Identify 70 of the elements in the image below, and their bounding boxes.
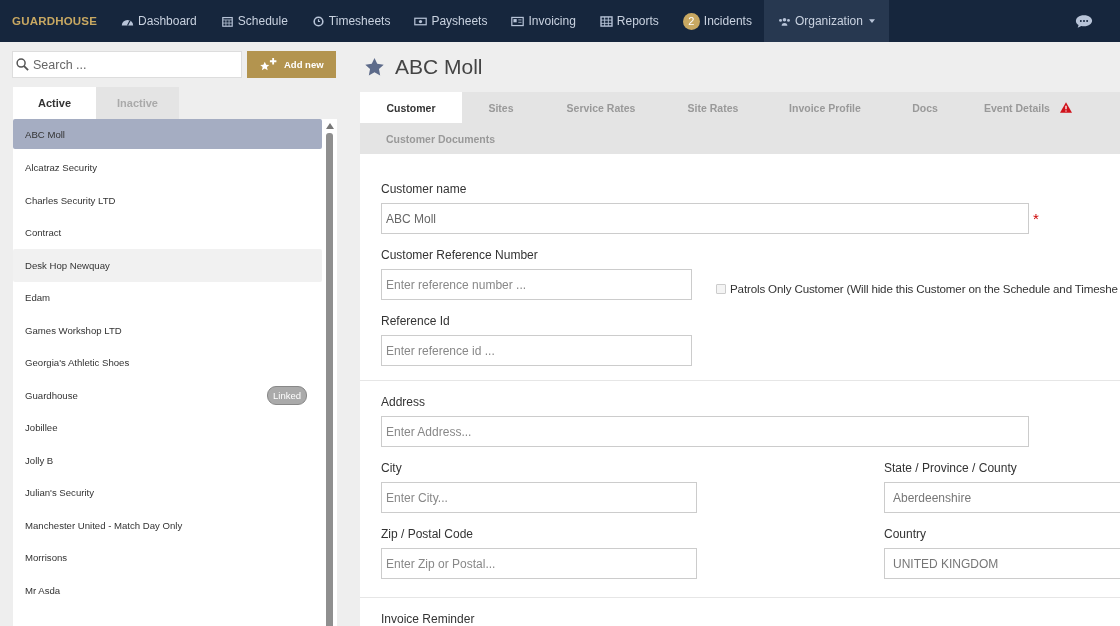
customer-list-item[interactable]: Julian's Security xyxy=(13,476,322,509)
field-label: Invoice Reminder xyxy=(381,612,476,626)
customer-name-field[interactable]: ABC Moll xyxy=(381,203,1029,234)
customer-list-item[interactable]: Morrisons xyxy=(13,541,322,574)
linked-badge: Linked xyxy=(267,385,307,405)
id-card-icon xyxy=(511,15,525,27)
checkbox[interactable] xyxy=(716,283,726,294)
nav-item[interactable]: Organization xyxy=(763,0,889,42)
nav-label: Schedule xyxy=(237,14,288,28)
customer-list-item[interactable]: Alcatraz Security xyxy=(13,151,322,184)
customer-tab[interactable]: Customer xyxy=(360,92,462,123)
chat-icon[interactable] xyxy=(1075,13,1093,29)
nav-item[interactable]: Schedule xyxy=(208,0,300,42)
reference-number-field[interactable]: Enter reference number ... xyxy=(381,269,692,300)
required-asterisk: * xyxy=(1033,210,1039,227)
status-tab[interactable]: Active xyxy=(13,87,96,119)
nav-item[interactable]: Paysheets xyxy=(402,0,500,42)
brand-logo[interactable]: GUARDHOUSE xyxy=(12,15,98,27)
nav-label: Organization xyxy=(794,14,863,28)
customer-list-item[interactable]: Jobillee xyxy=(13,411,322,444)
customer-list-item[interactable]: Desk Hop Newquay xyxy=(13,249,322,282)
field-label: State / Province / County xyxy=(884,461,1018,475)
nav-label: Invoicing xyxy=(528,14,576,28)
customer-list-item[interactable]: Guardhouse Linked xyxy=(13,379,322,412)
table-icon xyxy=(599,15,613,27)
nav-item[interactable]: 2 Incidents xyxy=(670,0,764,42)
nav-label: Reports xyxy=(616,14,659,28)
search-field[interactable]: Search ... xyxy=(12,51,242,78)
page-title: ABC Moll xyxy=(395,55,483,79)
customer-list-item[interactable]: Charles Security LTD xyxy=(13,184,322,217)
scrollbar-thumb[interactable] xyxy=(326,133,333,626)
field-label: Customer name xyxy=(381,182,468,196)
city-field[interactable]: Enter City... xyxy=(381,482,697,513)
field-label: City xyxy=(381,461,403,475)
address-field[interactable]: Enter Address... xyxy=(381,416,1029,447)
field-label: Reference Id xyxy=(381,314,451,328)
nav-label: Dashboard xyxy=(138,14,197,28)
customer-list-item[interactable]: Games Workshop LTD xyxy=(13,314,322,347)
country-field[interactable]: UNITED KINGDOM xyxy=(884,548,1120,579)
scroll-up-icon[interactable] xyxy=(325,123,334,129)
customer-list-item[interactable]: Mr Asda xyxy=(13,574,322,607)
search-icon xyxy=(16,58,29,71)
clock-icon xyxy=(311,15,325,27)
nav-item[interactable]: Dashboard xyxy=(109,0,209,42)
field-label: Address xyxy=(381,395,427,409)
customer-list-item[interactable]: Manchester United - Match Day Only xyxy=(13,509,322,542)
banknote-icon xyxy=(414,15,428,27)
state-field[interactable]: Aberdeenshire xyxy=(884,482,1120,513)
users-icon xyxy=(777,15,791,27)
field-label: Zip / Postal Code xyxy=(381,527,475,541)
count-badge: 2 xyxy=(682,12,700,30)
customer-list-item[interactable]: Edam xyxy=(13,281,322,314)
nav-label: Incidents xyxy=(703,14,752,28)
customer-list-item[interactable]: ABC Moll xyxy=(13,119,322,149)
customer-list-item[interactable]: Georgia's Athletic Shoes xyxy=(13,346,322,379)
reference-id-field[interactable]: Enter reference id ... xyxy=(381,335,692,366)
nav-label: Timesheets xyxy=(328,14,391,28)
customer-list-item[interactable]: Jolly B xyxy=(13,444,322,477)
calendar-icon xyxy=(220,15,234,27)
nav-label: Paysheets xyxy=(431,14,488,28)
nav-item[interactable]: Reports xyxy=(587,0,671,42)
customer-list-item[interactable]: Contract xyxy=(13,216,322,249)
star-plus-icon xyxy=(259,58,278,71)
field-label: Country xyxy=(884,527,928,541)
nav-item[interactable]: Invoicing xyxy=(499,0,588,42)
star-icon[interactable] xyxy=(365,58,384,76)
nav-item[interactable]: Timesheets xyxy=(299,0,403,42)
field-label: Customer Reference Number xyxy=(381,248,539,262)
checkbox-label: Patrols Only Customer (Will hide this Customer on the Schedule and Timeshe xyxy=(730,282,1118,295)
zip-code-field[interactable]: Enter Zip or Postal... xyxy=(381,548,697,579)
